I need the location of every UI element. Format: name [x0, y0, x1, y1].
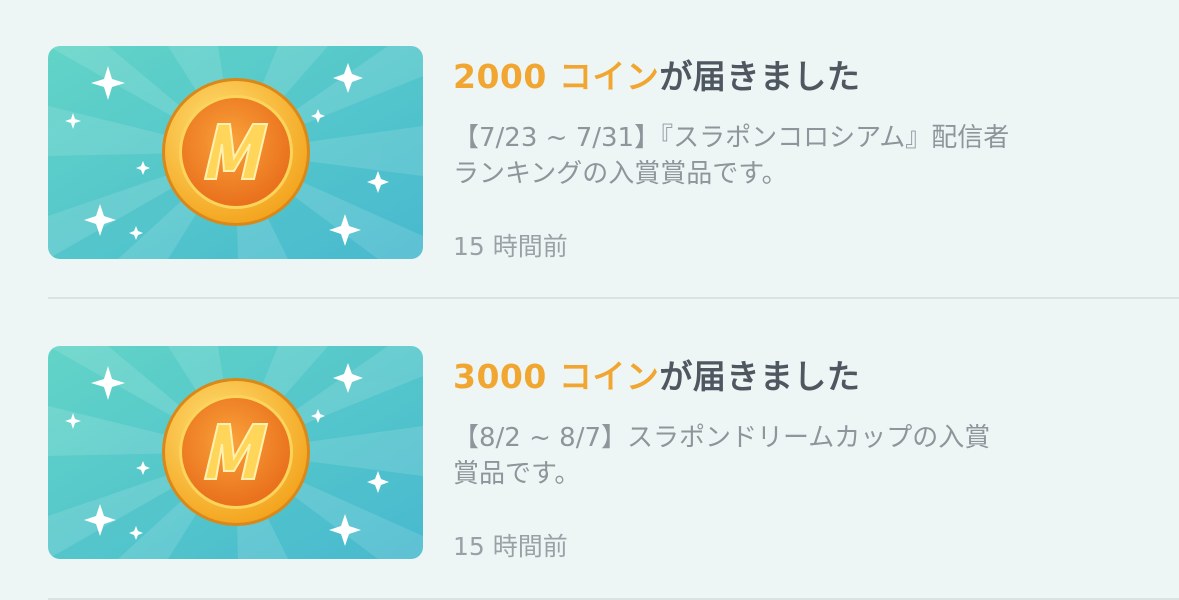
notification-title: 3000 コインが届きました — [453, 350, 860, 398]
notification-time: 15 時間前 — [453, 232, 568, 261]
coin-icon — [162, 78, 310, 226]
notification-item[interactable]: 3000 コインが届きました 【8/2 ~ 8/7】スラポンドリームカップの入賞… — [0, 300, 1179, 600]
coin-amount: 2000 コイン — [453, 57, 660, 96]
coin-icon — [162, 378, 310, 526]
notification-description: 【8/2 ~ 8/7】スラポンドリームカップの入賞賞品です。 — [453, 423, 991, 489]
divider — [48, 297, 1179, 299]
notification-item[interactable]: 2000 コインが届きました 【7/23 ~ 7/31】『スラポンコロシアム』配… — [0, 0, 1179, 300]
notification-list: 2000 コインが届きました 【7/23 ~ 7/31】『スラポンコロシアム』配… — [0, 0, 1179, 600]
notification-title: 2000 コインが届きました — [453, 50, 860, 98]
coin-thumbnail — [48, 46, 423, 259]
notification-description: 【7/23 ~ 7/31】『スラポンコロシアム』配信者ランキングの入賞賞品です。 — [453, 123, 1010, 189]
title-suffix: が届きました — [659, 357, 861, 396]
coin-thumbnail — [48, 346, 423, 559]
title-suffix: が届きました — [659, 57, 861, 96]
notification-time: 15 時間前 — [453, 532, 568, 561]
coin-amount: 3000 コイン — [453, 357, 660, 396]
